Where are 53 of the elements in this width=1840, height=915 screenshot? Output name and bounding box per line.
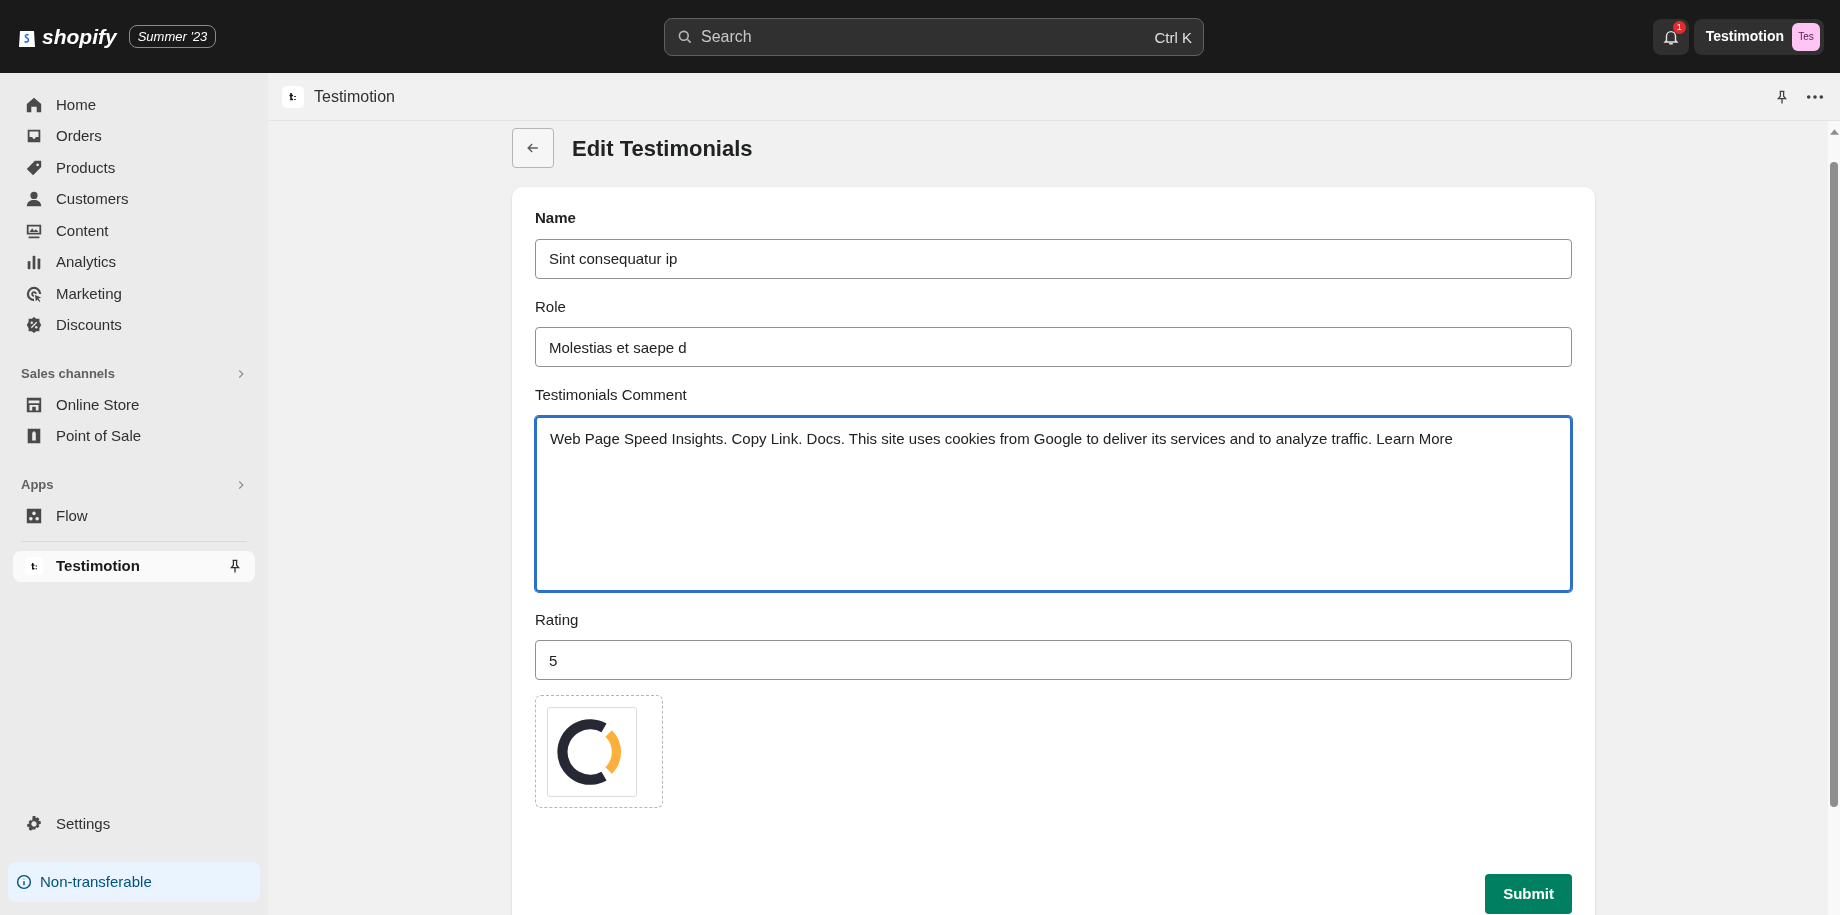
store-menu-button[interactable]: Testimotion Tes — [1693, 18, 1824, 55]
section-header[interactable]: Apps — [13, 470, 255, 500]
nav-item[interactable]: Marketing — [13, 278, 255, 310]
app-logo-icon — [25, 557, 43, 576]
field-label: Name — [535, 208, 577, 228]
section-header[interactable]: Sales channels — [13, 359, 255, 389]
app-logo-icon — [282, 85, 304, 108]
storefront-icon — [25, 395, 43, 414]
info-icon — [16, 874, 32, 890]
keyboard-shortcut: Ctrl K — [1154, 27, 1192, 48]
store-avatar: Tes — [1792, 22, 1820, 51]
nav-item[interactable]: Content — [13, 215, 255, 247]
discount-icon — [25, 316, 43, 335]
page-title: Edit Testimonials — [572, 134, 753, 163]
nav-item[interactable]: Home — [13, 89, 255, 121]
flow-icon — [25, 506, 43, 525]
text-field[interactable]: Sint consequatur ip — [535, 238, 1572, 279]
edition-badge: Summer '23 — [128, 24, 217, 49]
text-field[interactable]: 5 — [535, 640, 1572, 680]
nav-item[interactable]: Products — [13, 152, 255, 184]
text-field[interactable]: Molestias et saepe d — [535, 327, 1572, 367]
scroll-up-arrow-icon[interactable] — [1829, 129, 1839, 135]
bag-icon — [25, 427, 43, 446]
person-icon — [25, 190, 43, 209]
tag-icon — [25, 158, 43, 177]
search-icon — [677, 28, 693, 45]
nav-item[interactable]: Orders — [13, 120, 255, 152]
field-label: Rating — [535, 609, 580, 630]
notifications-button[interactable]: 1 — [1652, 18, 1689, 55]
nav-item[interactable]: Testimotion — [13, 550, 255, 582]
more-options-icon[interactable] — [1806, 93, 1824, 100]
scrollbar[interactable] — [1828, 121, 1840, 915]
home-icon — [25, 95, 43, 114]
submit-button[interactable]: Submit — [1485, 874, 1572, 914]
target-icon — [25, 284, 43, 303]
settings-icon — [25, 815, 43, 834]
nav-item[interactable]: Analytics — [13, 246, 255, 278]
nav-item[interactable]: Point of Sale — [13, 420, 255, 452]
nav-item[interactable]: Customers — [13, 183, 255, 215]
app-title: Testimotion — [314, 86, 395, 107]
bar-chart-icon — [25, 253, 43, 272]
plan-notice: Non-transferable — [8, 862, 260, 902]
nav-item[interactable]: Flow — [13, 500, 255, 532]
settings-item[interactable]: Settings — [13, 808, 255, 840]
scrollbar-thumb[interactable] — [1830, 162, 1838, 807]
field-label: Role — [535, 296, 567, 317]
field-label: Testimonials Comment — [535, 385, 688, 405]
comment-textarea[interactable]: Web Page Speed Insights. Copy Link. Docs. This site uses cookies from Google to deliver its services and to analyze traffic. Learn More — [535, 415, 1572, 592]
image-dropzone[interactable] — [535, 695, 663, 808]
brand-name[interactable]: shopify — [42, 20, 117, 53]
notification-count: 1 — [1672, 20, 1686, 34]
nav-item[interactable]: Discounts — [13, 309, 255, 341]
nav-item[interactable]: Online Store — [13, 389, 255, 421]
